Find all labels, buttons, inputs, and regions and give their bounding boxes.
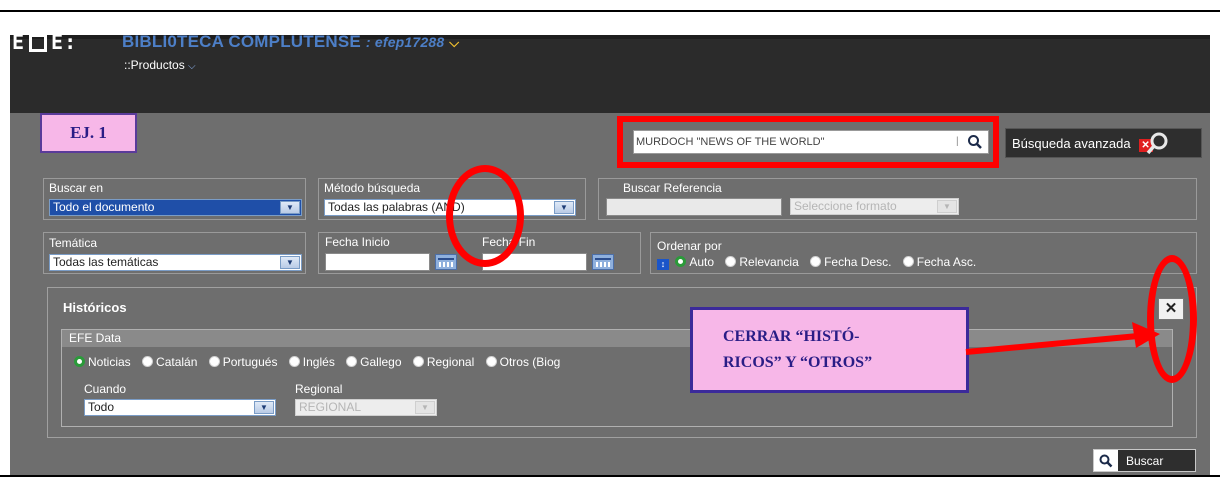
buscar-button[interactable]: Buscar xyxy=(1093,449,1196,472)
annotation-arrow-icon xyxy=(965,322,1160,355)
buscar-label: Buscar xyxy=(1126,453,1164,468)
search-icon xyxy=(1094,450,1118,471)
